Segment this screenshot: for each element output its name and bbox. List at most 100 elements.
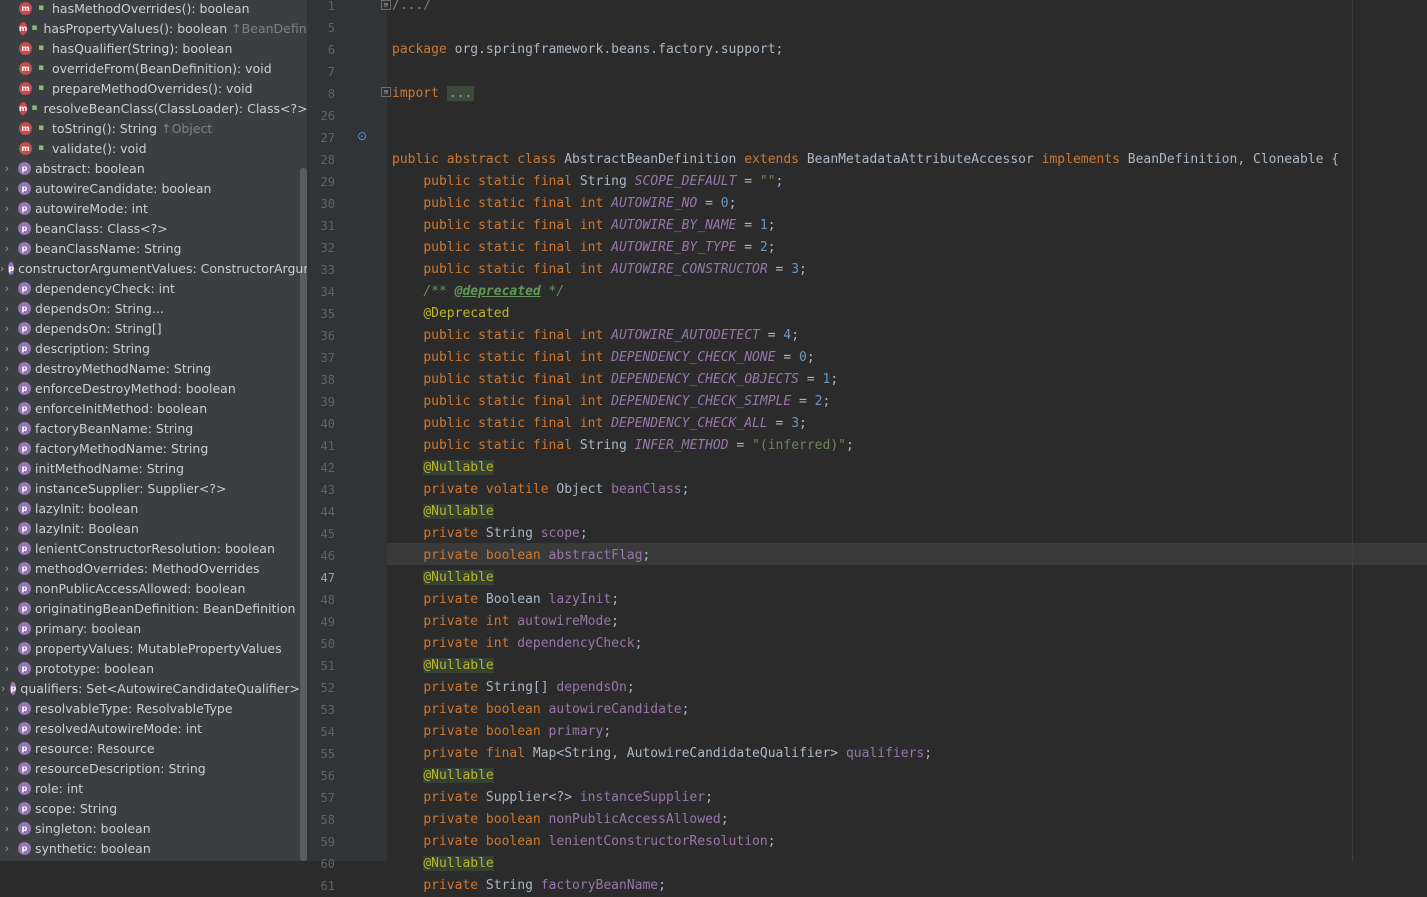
expand-chevron-icon[interactable]: › [0, 282, 14, 295]
structure-method-item[interactable]: m ▪ hasPropertyValues(): boolean ↑BeanDefin… [0, 18, 307, 38]
structure-property-item[interactable]: › p constructorArgumentValues: Constructor… [0, 258, 307, 278]
structure-property-item[interactable]: › p singleton: boolean [0, 818, 300, 838]
expand-chevron-icon[interactable]: › [0, 242, 14, 255]
code-line[interactable]: /** @deprecated */ [392, 281, 564, 303]
structure-property-item[interactable]: › p resourceDescription: String [0, 758, 300, 778]
expand-chevron-icon[interactable]: › [0, 462, 14, 475]
expand-chevron-icon[interactable]: › [0, 522, 14, 535]
expand-chevron-icon[interactable]: › [0, 482, 14, 495]
structure-property-item[interactable]: › p lazyInit: Boolean [0, 518, 300, 538]
expand-chevron-icon[interactable]: › [0, 442, 14, 455]
expand-chevron-icon[interactable]: › [0, 762, 14, 775]
structure-property-item[interactable]: › p lazyInit: boolean [0, 498, 300, 518]
structure-property-item[interactable]: › p dependencyCheck: int [0, 278, 300, 298]
code-line[interactable]: public static final String SCOPE_DEFAULT… [392, 171, 783, 193]
expand-chevron-icon[interactable]: › [0, 262, 4, 275]
structure-property-item[interactable]: › p autowireCandidate: boolean [0, 178, 300, 198]
structure-method-item[interactable]: m ▪ resolveBeanClass(ClassLoader): Class<?… [0, 98, 307, 118]
expand-chevron-icon[interactable]: › [0, 822, 14, 835]
expand-chevron-icon[interactable]: › [0, 662, 14, 675]
structure-property-item[interactable]: › p methodOverrides: MethodOverrides [0, 558, 300, 578]
structure-property-item[interactable]: › p destroyMethodName: String [0, 358, 300, 378]
structure-method-item[interactable]: m ▪ validate(): void [0, 138, 300, 158]
expand-chevron-icon[interactable]: › [0, 202, 14, 215]
code-line[interactable]: private boolean abstractFlag; [392, 545, 650, 567]
structure-property-item[interactable]: › p propertyValues: MutablePropertyValues [0, 638, 300, 658]
expand-chevron-icon[interactable]: › [0, 782, 14, 795]
structure-property-item[interactable]: › p nonPublicAccessAllowed: boolean [0, 578, 300, 598]
expand-chevron-icon[interactable]: › [0, 742, 14, 755]
structure-property-item[interactable]: › p prototype: boolean [0, 658, 300, 678]
code-line[interactable]: private int dependencyCheck; [392, 633, 642, 655]
structure-property-item[interactable]: › p qualifiers: Set<AutowireCandidateQuali… [0, 678, 300, 698]
structure-property-item[interactable]: › p role: int [0, 778, 300, 798]
structure-property-item[interactable]: › p instanceSupplier: Supplier<?> [0, 478, 300, 498]
expand-chevron-icon[interactable]: › [0, 382, 14, 395]
expand-chevron-icon[interactable]: › [0, 222, 14, 235]
structure-property-item[interactable]: › p lenientConstructorResolution: boolean [0, 538, 300, 558]
expand-chevron-icon[interactable]: › [0, 402, 14, 415]
structure-property-item[interactable]: › p originatingBeanDefinition: BeanDefinit… [0, 598, 300, 618]
code-line[interactable]: public static final int DEPENDENCY_CHECK… [392, 413, 807, 435]
code-line[interactable]: @Nullable [392, 765, 494, 787]
expand-chevron-icon[interactable]: › [0, 542, 14, 555]
code-line[interactable]: public static final int DEPENDENCY_CHECK… [392, 369, 838, 391]
code-line[interactable]: private boolean autowireCandidate; [392, 699, 689, 721]
code-line[interactable]: private boolean primary; [392, 721, 611, 743]
code-line[interactable]: public abstract class AbstractBeanDefini… [392, 149, 1339, 171]
code-line[interactable]: private volatile Object beanClass; [392, 479, 689, 501]
implements-override-icon[interactable]: ⊙ [357, 129, 371, 143]
expand-chevron-icon[interactable]: › [0, 582, 14, 595]
structure-property-item[interactable]: › p enforceDestroyMethod: boolean [0, 378, 300, 398]
code-line[interactable]: public static final int AUTOWIRE_AUTODET… [392, 325, 799, 347]
expand-chevron-icon[interactable]: › [0, 602, 14, 615]
structure-method-item[interactable]: m ▪ prepareMethodOverrides(): void [0, 78, 300, 98]
structure-property-item[interactable]: › p enforceInitMethod: boolean [0, 398, 300, 418]
structure-property-item[interactable]: › p dependsOn: String... [0, 298, 300, 318]
code-line[interactable]: private String[] dependsOn; [392, 677, 634, 699]
structure-property-item[interactable]: › p resolvableType: ResolvableType [0, 698, 300, 718]
code-line[interactable]: public static final int AUTOWIRE_NO = 0; [392, 193, 736, 215]
expand-chevron-icon[interactable]: › [0, 642, 14, 655]
expand-chevron-icon[interactable]: › [0, 342, 14, 355]
structure-property-item[interactable]: › p beanClass: Class<?> [0, 218, 300, 238]
structure-property-item[interactable]: › p factoryBeanName: String [0, 418, 300, 438]
structure-property-item[interactable]: › p initMethodName: String [0, 458, 300, 478]
code-line[interactable]: @Nullable [392, 655, 494, 677]
expand-chevron-icon[interactable]: › [0, 802, 14, 815]
structure-property-item[interactable]: › p scope: String [0, 798, 300, 818]
structure-property-item[interactable]: › p factoryMethodName: String [0, 438, 300, 458]
code-line[interactable]: private Boolean lazyInit; [392, 589, 619, 611]
structure-property-item[interactable]: › p synthetic: boolean [0, 838, 300, 858]
structure-property-item[interactable]: › p dependsOn: String[] [0, 318, 300, 338]
code-line[interactable]: public static final int AUTOWIRE_BY_TYPE… [392, 237, 775, 259]
expand-chevron-icon[interactable]: › [0, 622, 14, 635]
structure-method-item[interactable]: m ▪ hasQualifier(String): boolean [0, 38, 300, 58]
structure-property-item[interactable]: › p beanClassName: String [0, 238, 300, 258]
code-line[interactable]: public static final String INFER_METHOD … [392, 435, 854, 457]
expand-chevron-icon[interactable]: › [0, 562, 14, 575]
code-line[interactable]: import ... [392, 83, 475, 105]
structure-property-item[interactable]: › p resolvedAutowireMode: int [0, 718, 300, 738]
code-line[interactable]: @Deprecated [392, 303, 509, 325]
expand-chevron-icon[interactable]: › [0, 502, 14, 515]
structure-property-item[interactable]: › p primary: boolean [0, 618, 300, 638]
expand-chevron-icon[interactable]: › [0, 302, 14, 315]
expand-chevron-icon[interactable]: › [0, 422, 14, 435]
code-line[interactable]: public static final int AUTOWIRE_BY_NAME… [392, 215, 775, 237]
structure-property-item[interactable]: › p autowireMode: int [0, 198, 300, 218]
code-line[interactable]: private boolean nonPublicAccessAllowed; [392, 809, 728, 831]
code-line[interactable]: package org.springframework.beans.factor… [392, 39, 783, 61]
expand-chevron-icon[interactable]: › [0, 162, 14, 175]
code-line[interactable]: @Nullable [392, 853, 494, 875]
expand-chevron-icon[interactable]: › [0, 322, 14, 335]
code-line[interactable]: public static final int AUTOWIRE_CONSTRU… [392, 259, 807, 281]
expand-chevron-icon[interactable]: › [0, 722, 14, 735]
structure-property-item[interactable]: › p resource: Resource [0, 738, 300, 758]
code-line[interactable]: private boolean lenientConstructorResolu… [392, 831, 775, 853]
code-line[interactable]: /.../ [392, 0, 431, 17]
fold-marker-icon[interactable]: ⊞ [381, 87, 391, 97]
structure-method-item[interactable]: m ▪ overrideFrom(BeanDefinition): void [0, 58, 300, 78]
expand-chevron-icon[interactable]: › [0, 362, 14, 375]
structure-method-item[interactable]: m ▪ toString(): String ↑Object [0, 118, 300, 138]
